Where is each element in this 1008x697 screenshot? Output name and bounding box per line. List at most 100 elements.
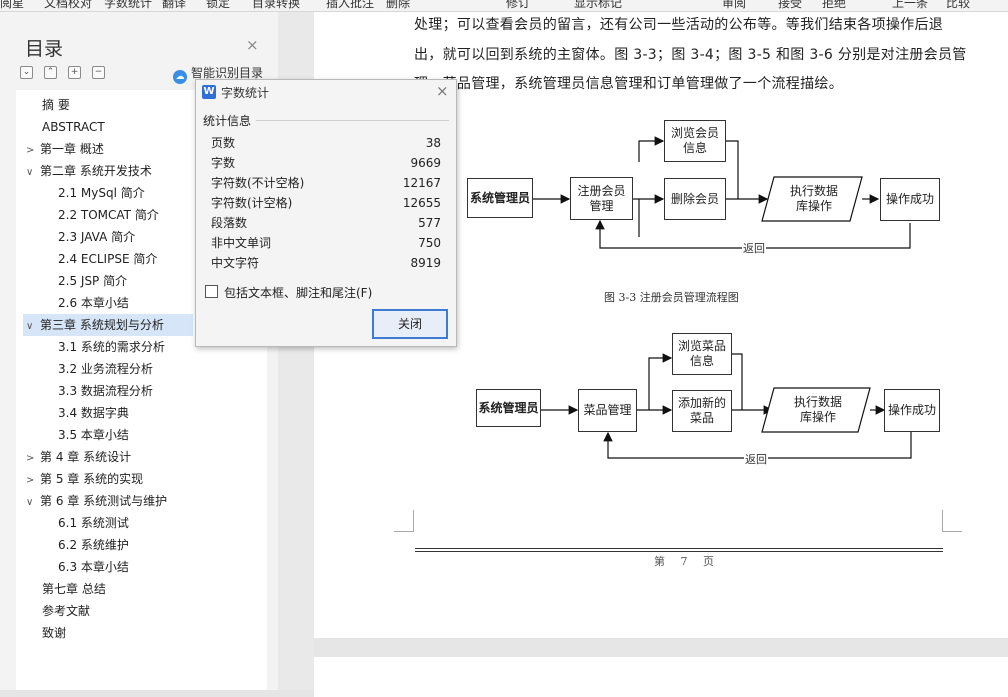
toc-item-label: 致谢 bbox=[42, 626, 67, 640]
toc-item-label: 2.1 MySql 简介 bbox=[58, 186, 145, 200]
toc-item-label: 3.1 系统的需求分析 bbox=[58, 340, 165, 354]
toc-item[interactable]: 3.4 数据字典 bbox=[16, 402, 256, 424]
toc-item[interactable]: > 第 4 章 系统设计 bbox=[16, 446, 256, 468]
expand-up-icon[interactable]: ⌃ bbox=[44, 66, 57, 79]
toc-item[interactable]: ∨ 第三章 系统规划与分析 bbox=[23, 314, 193, 336]
chevron-down-icon[interactable]: ∨ bbox=[26, 316, 40, 338]
toc-item-label: 参考文献 bbox=[42, 604, 91, 618]
toc-item-label: 2.3 JAVA 简介 bbox=[58, 230, 136, 244]
figure-caption: 图 3-3 注册会员管理流程图 bbox=[604, 291, 739, 304]
flow-node-success: 操作成功 bbox=[884, 389, 940, 432]
stat-label: 页数 bbox=[211, 136, 236, 150]
toc-item[interactable]: > 第 5 章 系统的实现 bbox=[16, 468, 256, 490]
return-label: 返回 bbox=[742, 240, 766, 256]
stat-row: 字符数(计空格) 12655 bbox=[211, 193, 441, 213]
toc-item[interactable]: ∨ 第 6 章 系统测试与维护 bbox=[16, 490, 256, 512]
stat-value: 9669 bbox=[410, 156, 441, 170]
toc-item-label: 第 6 章 系统测试与维护 bbox=[40, 494, 168, 508]
toc-item[interactable]: 6.3 本章小结 bbox=[16, 556, 256, 578]
arrow bbox=[638, 136, 665, 162]
flow-node-admin: 系统管理员 bbox=[476, 389, 541, 427]
add-level-icon[interactable]: + bbox=[68, 66, 81, 79]
toc-item-label: 第一章 概述 bbox=[40, 142, 104, 156]
wps-writer-icon: W bbox=[202, 85, 216, 99]
toc-item-label: 3.5 本章小结 bbox=[58, 428, 129, 442]
toc-item-label: 第 5 章 系统的实现 bbox=[40, 472, 144, 486]
stat-row: 中文字符 8919 bbox=[211, 253, 441, 273]
ribbon-item[interactable]: 审阅 bbox=[722, 0, 746, 11]
ribbon-item[interactable]: 显示标记 bbox=[574, 0, 622, 11]
footer-rule bbox=[415, 548, 943, 549]
stat-value: 750 bbox=[418, 236, 441, 250]
stat-value: 38 bbox=[425, 136, 441, 150]
flow-node-menu-management: 菜品管理 bbox=[578, 389, 637, 432]
stat-label: 中文字符 bbox=[211, 256, 260, 270]
stat-row: 页数 38 bbox=[211, 133, 441, 153]
ribbon-item[interactable]: 比较 bbox=[946, 0, 970, 11]
toc-item[interactable]: 第七章 总结 bbox=[16, 578, 256, 600]
toc-item-label: 6.1 系统测试 bbox=[58, 516, 129, 530]
stat-label: 字数 bbox=[211, 156, 236, 170]
ribbon-item[interactable]: 字数统计 bbox=[104, 0, 152, 11]
toc-item-label: 6.2 系统维护 bbox=[58, 538, 129, 552]
chevron-down-icon[interactable]: ∨ bbox=[26, 162, 40, 184]
collapse-all-icon[interactable]: ⌄ bbox=[20, 66, 33, 79]
flow-node-admin: 系统管理员 bbox=[467, 178, 533, 218]
ribbon-item[interactable]: 拒绝 bbox=[822, 0, 846, 11]
stat-label: 非中文单词 bbox=[211, 236, 272, 250]
close-button[interactable]: 关闭 bbox=[372, 309, 448, 339]
toc-item-label: 第七章 总结 bbox=[42, 582, 106, 596]
flow-node-add-menu: 添加新的 菜品 bbox=[672, 390, 732, 432]
toc-item[interactable]: 3.5 本章小结 bbox=[16, 424, 256, 446]
remove-level-icon[interactable]: − bbox=[92, 66, 105, 79]
stat-label: 段落数 bbox=[211, 216, 248, 230]
toc-item-label: 3.3 数据流程分析 bbox=[58, 384, 153, 398]
stat-row: 字数 9669 bbox=[211, 153, 441, 173]
ribbon-item[interactable]: 阅星 bbox=[0, 0, 24, 11]
toc-item-label: 6.3 本章小结 bbox=[58, 560, 129, 574]
toc-item-label: ABSTRACT bbox=[42, 120, 105, 134]
ribbon-item[interactable]: 插入批注 bbox=[326, 0, 374, 11]
arrow bbox=[732, 353, 743, 410]
ribbon-item[interactable]: 文档校对 bbox=[44, 0, 92, 11]
ribbon-item[interactable]: 锁定 bbox=[206, 0, 230, 11]
toc-item-label: 第二章 系统开发技术 bbox=[40, 164, 152, 178]
chevron-right-icon[interactable]: > bbox=[26, 470, 40, 492]
ribbon-item[interactable]: 修订 bbox=[506, 0, 530, 11]
toc-item[interactable]: 致谢 bbox=[16, 622, 256, 644]
include-textbox-checkbox[interactable] bbox=[205, 285, 218, 298]
ribbon-item[interactable]: 翻译 bbox=[162, 0, 186, 11]
ribbon-item[interactable]: 上一条 bbox=[892, 0, 928, 11]
toc-item-label: 2.4 ECLIPSE 简介 bbox=[58, 252, 158, 266]
page-corner-mark bbox=[394, 510, 414, 532]
flow-node-delete-member: 删除会员 bbox=[664, 178, 726, 220]
chevron-right-icon[interactable]: > bbox=[26, 448, 40, 470]
checkbox-label[interactable]: 包括文本框、脚注和尾注(F) bbox=[224, 284, 372, 301]
chevron-down-icon[interactable]: ∨ bbox=[26, 492, 40, 514]
arrow bbox=[638, 194, 665, 237]
toc-item[interactable]: 6.1 系统测试 bbox=[16, 512, 256, 534]
stat-value: 8919 bbox=[410, 256, 441, 270]
toc-item[interactable]: 6.2 系统维护 bbox=[16, 534, 256, 556]
toc-item[interactable]: 3.2 业务流程分析 bbox=[16, 358, 256, 380]
toc-item[interactable]: 参考文献 bbox=[16, 600, 256, 622]
toc-item-label: 2.5 JSP 简介 bbox=[58, 274, 128, 288]
page-corner-mark bbox=[942, 510, 962, 532]
section-heading: 统计信息 bbox=[203, 114, 252, 128]
toc-item[interactable]: 3.3 数据流程分析 bbox=[16, 380, 256, 402]
next-page bbox=[314, 657, 1008, 697]
cloud-icon: ☁ bbox=[173, 70, 187, 84]
section-divider bbox=[256, 120, 449, 121]
ribbon-item[interactable]: 删除 bbox=[386, 0, 410, 11]
toc-item-label: 摘 要 bbox=[42, 98, 70, 112]
ribbon-item[interactable]: 接受 bbox=[778, 0, 802, 11]
close-icon[interactable]: × bbox=[246, 36, 259, 54]
close-icon[interactable]: × bbox=[436, 82, 449, 100]
return-label: 返回 bbox=[744, 451, 768, 467]
flow-node-execute: 执行数据 库操作 bbox=[789, 184, 838, 213]
footer-rule bbox=[415, 551, 943, 552]
chevron-right-icon[interactable]: > bbox=[26, 140, 40, 162]
flow-node-register: 注册会员 管理 bbox=[570, 177, 633, 220]
stat-value: 12167 bbox=[402, 176, 441, 190]
ribbon-item[interactable]: 目录转换 bbox=[252, 0, 300, 11]
